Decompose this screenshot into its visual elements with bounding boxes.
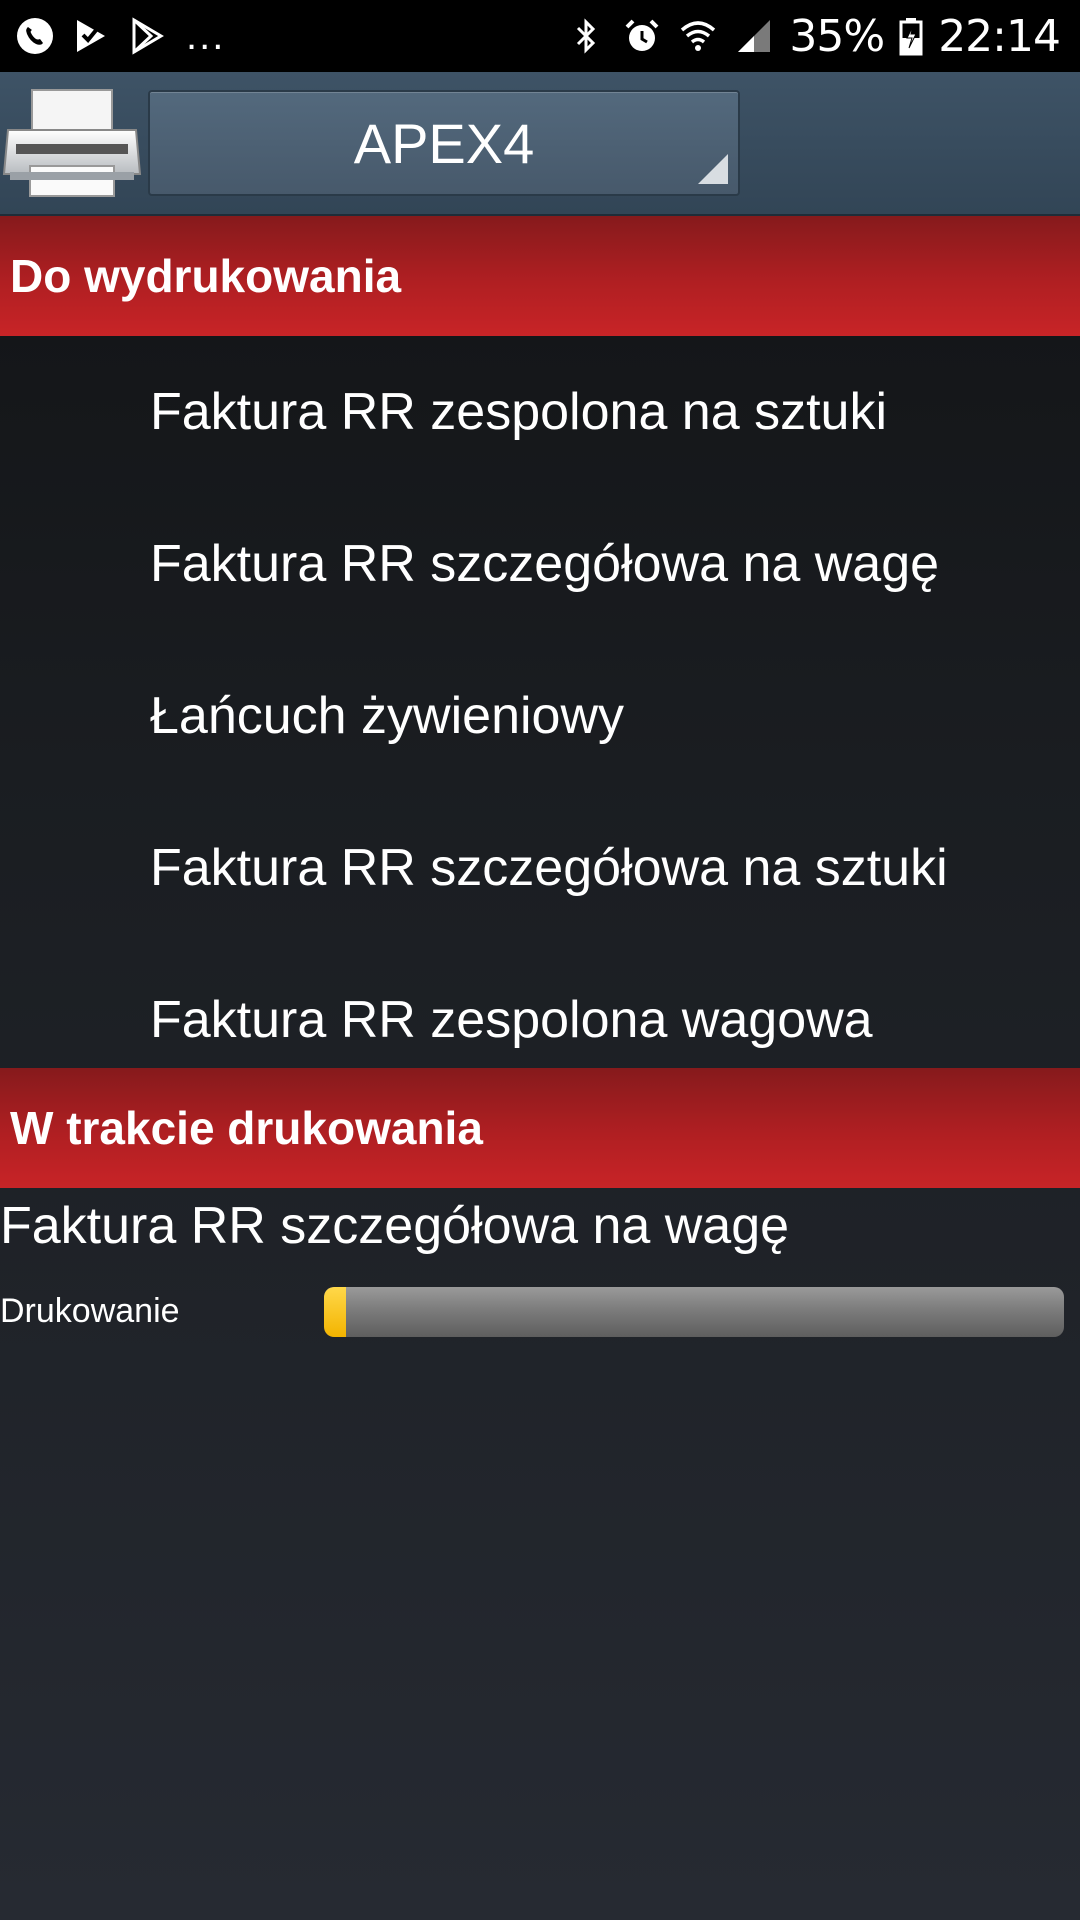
- list-item-label: Faktura RR szczegółowa na wagę: [150, 535, 940, 593]
- list-item[interactable]: Łańcuch żywieniowy: [0, 640, 1080, 792]
- play-store-icon: [126, 15, 168, 57]
- dropdown-corner-icon: [698, 154, 728, 184]
- list-item[interactable]: Faktura RR zespolona wagowa: [0, 944, 1080, 1068]
- pending-section-title: Do wydrukowania: [10, 250, 402, 302]
- list-item[interactable]: Faktura RR szczegółowa na wagę: [0, 488, 1080, 640]
- list-item-label: Łańcuch żywieniowy: [150, 687, 625, 745]
- print-progress-bar: [324, 1287, 1064, 1337]
- list-item[interactable]: Faktura RR zespolona na sztuki: [0, 336, 1080, 488]
- pending-section-header: Do wydrukowania: [0, 216, 1080, 336]
- list-item-label: Faktura RR szczegółowa na sztuki: [150, 839, 948, 897]
- battery-percentage: 35%: [789, 10, 885, 62]
- status-bar: ... 35% 22:14: [0, 0, 1080, 72]
- status-right-group: 35% 22:14: [565, 10, 1061, 62]
- printer-select-dropdown[interactable]: APEX4: [148, 90, 740, 196]
- selected-printer-label: APEX4: [353, 111, 535, 175]
- clock-time: 22:14: [938, 10, 1061, 62]
- print-progress-fill: [324, 1287, 347, 1337]
- phone-call-icon: [14, 15, 56, 57]
- printing-status-label: Drukowanie: [0, 1292, 180, 1330]
- printing-job-title: Faktura RR szczegółowa na wagę: [0, 1197, 790, 1255]
- status-left-group: ...: [14, 15, 225, 57]
- list-item-label: Faktura RR zespolona wagowa: [150, 991, 873, 1049]
- list-item-label: Faktura RR zespolona na sztuki: [150, 383, 888, 441]
- check-download-icon: [70, 15, 112, 57]
- wifi-icon: [677, 15, 719, 57]
- battery-charging-icon: [898, 15, 924, 57]
- status-more-indicator: ...: [186, 14, 226, 58]
- alarm-icon: [621, 15, 663, 57]
- printer-toolbar: APEX4: [0, 72, 1080, 216]
- bluetooth-icon: [565, 15, 607, 57]
- printing-section-title: W trakcie drukowania: [10, 1102, 483, 1154]
- printing-section-header: W trakcie drukowania: [0, 1068, 1080, 1188]
- cell-signal-icon: [733, 15, 775, 57]
- pending-documents-list: Faktura RR zespolona na sztuki Faktura R…: [0, 336, 1080, 1068]
- list-item[interactable]: Faktura RR szczegółowa na sztuki: [0, 792, 1080, 944]
- printer-icon[interactable]: [2, 86, 142, 202]
